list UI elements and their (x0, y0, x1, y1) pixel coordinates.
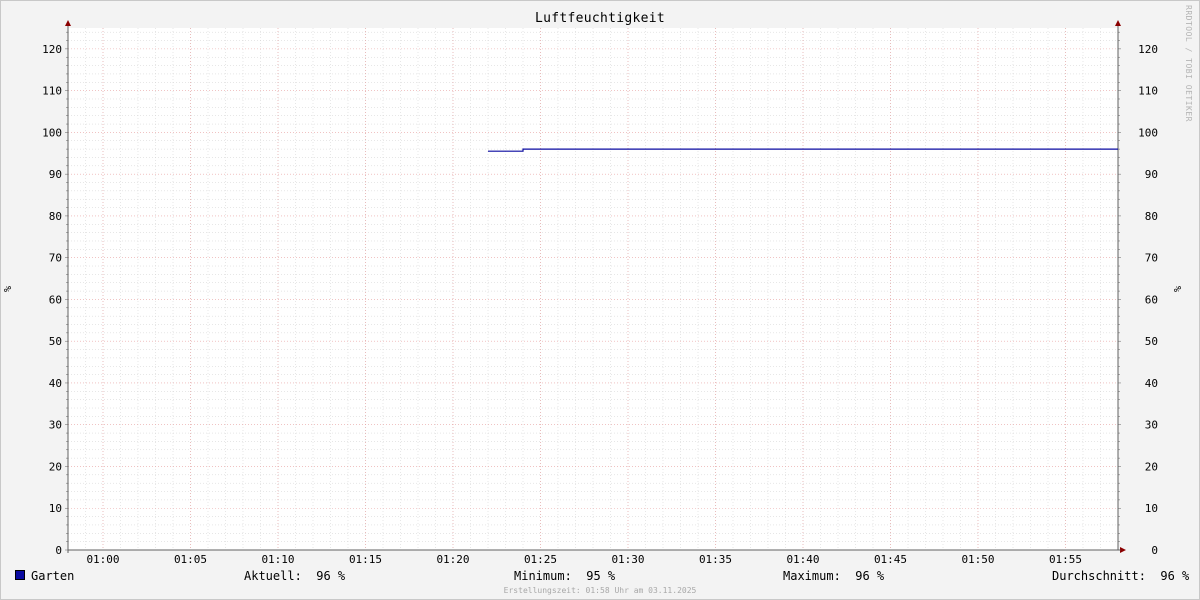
stat-current-value: 96 % (316, 569, 346, 583)
stat-average-value: 96 % (1160, 569, 1190, 583)
y-tick-label: 30 (49, 419, 62, 432)
x-tick-label: 01:15 (349, 553, 382, 566)
creation-time: Erstellungszeit: 01:58 Uhr am 03.11.2025 (503, 586, 697, 595)
y-tick-label: 100 (42, 126, 62, 139)
x-tick-label: 01:55 (1049, 553, 1082, 566)
stat-average-label: Durchschnitt: (1052, 569, 1146, 583)
y-tick-label: 90 (49, 168, 62, 181)
x-axis-labels: 01:00 01:05 01:10 01:15 01:20 01:25 01:30 01:35… (86, 553, 1082, 566)
y-tick-label-right: 120 (1138, 43, 1158, 56)
y-tick-label-right: 110 (1138, 85, 1158, 98)
y-tick-label-right: 70 (1145, 252, 1158, 265)
stat-minimum-value: 95 % (586, 569, 616, 583)
stat-current: Aktuell: 96 % (244, 569, 345, 583)
stat-minimum: Minimum: 95 % (514, 569, 615, 583)
y-tick-label: 80 (49, 210, 62, 223)
y-tick-label-right: 90 (1145, 168, 1158, 181)
x-tick-label: 01:20 (436, 553, 469, 566)
legend: Garten Aktuell: 96 % Minimum: 95 % Maxim… (1, 569, 1199, 585)
chart-title: Luftfeuchtigkeit (534, 11, 666, 26)
x-tick-label: 01:05 (174, 553, 207, 566)
y-tick-label-right: 0 (1151, 544, 1158, 557)
y-tick-label: 120 (42, 43, 62, 56)
y-axis-left-labels: 0 10 20 30 40 50 60 70 80 90 100 110 120 (42, 43, 62, 557)
x-tick-label: 01:35 (699, 553, 732, 566)
y-axis-right-labels: 0 10 20 30 40 50 60 70 80 90 100 110 120 (1138, 43, 1158, 557)
y-tick-label: 110 (42, 85, 62, 98)
y-tick-label-right: 40 (1145, 377, 1158, 390)
y-axis-label-right: % (1173, 286, 1184, 292)
y-axis-label-left: % (3, 286, 14, 292)
stat-current-label: Aktuell: (244, 569, 302, 583)
x-tick-label: 01:10 (261, 553, 294, 566)
x-tick-label: 01:40 (786, 553, 819, 566)
stat-minimum-label: Minimum: (514, 569, 572, 583)
y-tick-label-right: 60 (1145, 293, 1158, 306)
y-tick-label: 40 (49, 377, 62, 390)
x-tick-label: 01:45 (874, 553, 907, 566)
x-tick-label: 01:50 (961, 553, 994, 566)
y-tick-label: 70 (49, 252, 62, 265)
y-tick-label: 60 (49, 293, 62, 306)
y-tick-label: 20 (49, 460, 62, 473)
y-tick-label: 0 (55, 544, 62, 557)
x-tick-label: 01:25 (524, 553, 557, 566)
stat-maximum: Maximum: 96 % (783, 569, 884, 583)
watermark: RRDTOOL / TOBI OETIKER (1184, 5, 1193, 122)
y-tick-label: 50 (49, 335, 62, 348)
stat-maximum-label: Maximum: (783, 569, 841, 583)
legend-swatch (15, 570, 25, 580)
y-tick-label: 10 (49, 502, 62, 515)
y-tick-label-right: 20 (1145, 460, 1158, 473)
chart-window: 0 10 20 30 40 50 60 70 80 90 100 110 120 0 10 20 30 40 50… (0, 0, 1200, 600)
y-tick-label-right: 10 (1145, 502, 1158, 515)
y-tick-label-right: 30 (1145, 419, 1158, 432)
y-tick-label-right: 100 (1138, 126, 1158, 139)
legend-series-name: Garten (31, 569, 75, 583)
y-tick-label-right: 80 (1145, 210, 1158, 223)
x-tick-label: 01:00 (86, 553, 119, 566)
chart-canvas: 0 10 20 30 40 50 60 70 80 90 100 110 120 0 10 20 30 40 50… (3, 20, 1184, 566)
y-tick-label-right: 50 (1145, 335, 1158, 348)
stat-average: Durchschnitt: 96 % (1052, 569, 1189, 583)
stat-maximum-value: 96 % (855, 569, 885, 583)
x-tick-label: 01:30 (611, 553, 644, 566)
